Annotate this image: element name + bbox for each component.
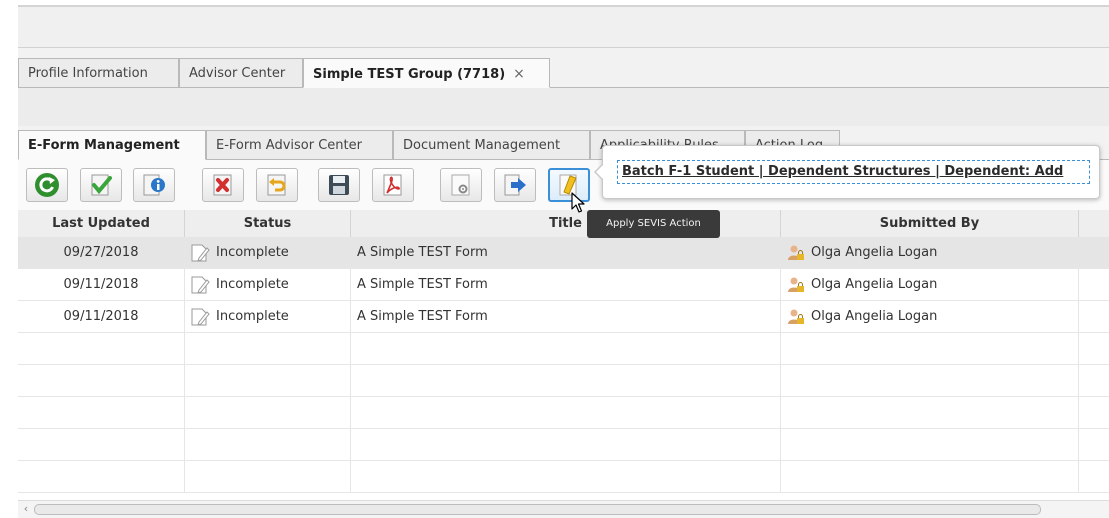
tab-profile-information[interactable]: Profile Information xyxy=(18,58,179,88)
cell-title: A Simple TEST Form xyxy=(351,269,781,300)
scroll-left-arrow[interactable]: ‹ xyxy=(20,502,32,516)
horizontal-scrollbar[interactable]: ‹ xyxy=(18,500,1109,518)
tab-eform-management[interactable]: E-Form Management xyxy=(18,130,206,160)
cell-extra xyxy=(1079,301,1109,332)
eform-grid: Last Updated Status Title Submitted By 0… xyxy=(18,210,1109,500)
tab-label: Advisor Center xyxy=(189,66,286,81)
sevis-action-link[interactable]: Batch F-1 Student | Dependent Structures… xyxy=(617,160,1090,184)
window-tabs: Profile Information Advisor Center Simpl… xyxy=(18,55,1109,88)
incomplete-form-icon xyxy=(191,308,210,326)
status-text: Incomplete xyxy=(216,277,289,292)
return-button[interactable] xyxy=(256,168,298,202)
tab-label: E-Form Management xyxy=(28,138,180,153)
scrollbar-thumb[interactable] xyxy=(34,504,1041,515)
cell-extra xyxy=(1079,269,1109,300)
export-icon xyxy=(504,174,526,196)
popover-arrow xyxy=(594,163,604,181)
save-button[interactable] xyxy=(318,168,360,202)
tooltip: Apply SEVIS Action xyxy=(587,210,720,238)
cell-submitted-by: Olga Angelia Logan xyxy=(781,237,1079,268)
user-lock-icon xyxy=(788,309,804,324)
table-row[interactable]: 09/11/2018 Incomplete A Simple TEST Form… xyxy=(18,301,1109,333)
empty-row xyxy=(18,461,1109,493)
column-header-status[interactable]: Status xyxy=(185,210,351,237)
sevis-action-popover: Batch F-1 Student | Dependent Structures… xyxy=(594,145,1100,199)
tab-advisor-center[interactable]: Advisor Center xyxy=(179,58,303,88)
empty-row xyxy=(18,429,1109,461)
close-tab-icon[interactable]: × xyxy=(513,66,525,82)
info-button[interactable] xyxy=(133,168,175,202)
cell-title: A Simple TEST Form xyxy=(351,301,781,332)
refresh-icon xyxy=(35,173,59,197)
tab-content-strip xyxy=(18,88,1109,126)
info-icon xyxy=(143,174,165,196)
incomplete-form-icon xyxy=(191,276,210,294)
delete-icon xyxy=(213,174,232,196)
pdf-button[interactable] xyxy=(372,168,414,202)
cell-submitted-by: Olga Angelia Logan xyxy=(781,269,1079,300)
cell-status: Incomplete xyxy=(185,237,351,268)
cell-last-updated: 09/27/2018 xyxy=(18,237,185,268)
settings-doc-icon xyxy=(451,174,470,196)
column-header-last-updated[interactable]: Last Updated xyxy=(18,210,185,237)
mouse-cursor-icon xyxy=(571,192,585,213)
tab-document-management[interactable]: Document Management xyxy=(393,130,590,160)
approve-icon xyxy=(91,174,112,196)
cell-last-updated: 09/11/2018 xyxy=(18,301,185,332)
tab-label: Document Management xyxy=(403,138,561,153)
approve-button[interactable] xyxy=(80,168,122,202)
cell-submitted-by: Olga Angelia Logan xyxy=(781,301,1079,332)
cell-title: A Simple TEST Form xyxy=(351,237,781,268)
submitter-name: Olga Angelia Logan xyxy=(811,245,938,260)
tab-label: Profile Information xyxy=(28,66,148,81)
user-lock-icon xyxy=(788,245,804,260)
table-row[interactable]: 09/11/2018 Incomplete A Simple TEST Form… xyxy=(18,269,1109,301)
empty-row xyxy=(18,397,1109,429)
cell-status: Incomplete xyxy=(185,269,351,300)
cell-status: Incomplete xyxy=(185,301,351,332)
submitter-name: Olga Angelia Logan xyxy=(811,309,938,324)
settings-document-button[interactable] xyxy=(440,168,482,202)
tab-label: Simple TEST Group (7718) xyxy=(313,67,506,82)
incomplete-form-icon xyxy=(191,244,210,262)
return-icon xyxy=(267,174,286,196)
tab-simple-test-group[interactable]: Simple TEST Group (7718) × xyxy=(303,58,550,88)
top-bar xyxy=(18,7,1109,48)
status-text: Incomplete xyxy=(216,309,289,324)
tab-eform-advisor-center[interactable]: E-Form Advisor Center xyxy=(206,130,393,160)
cell-extra xyxy=(1079,237,1109,268)
column-header-submitted-by[interactable]: Submitted By xyxy=(781,210,1079,237)
empty-row xyxy=(18,333,1109,365)
refresh-button[interactable] xyxy=(26,168,68,202)
save-icon xyxy=(329,175,349,195)
delete-button[interactable] xyxy=(202,168,244,202)
submitter-name: Olga Angelia Logan xyxy=(811,277,938,292)
tab-label: E-Form Advisor Center xyxy=(216,138,362,153)
pdf-icon xyxy=(383,174,402,196)
column-header-extra xyxy=(1079,210,1109,237)
status-text: Incomplete xyxy=(216,245,289,260)
cell-last-updated: 09/11/2018 xyxy=(18,269,185,300)
app-frame: Profile Information Advisor Center Simpl… xyxy=(18,5,1109,518)
table-row[interactable]: 09/27/2018 Incomplete A Simple TEST Form… xyxy=(18,237,1109,269)
user-lock-icon xyxy=(788,277,804,292)
grid-header: Last Updated Status Title Submitted By xyxy=(18,210,1109,238)
export-button[interactable] xyxy=(494,168,536,202)
empty-row xyxy=(18,365,1109,397)
